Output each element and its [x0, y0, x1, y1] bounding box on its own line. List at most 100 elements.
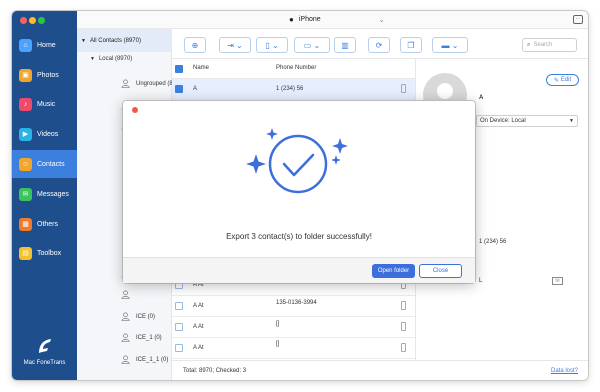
sidebar-item-label: Toolbox — [37, 249, 62, 257]
triangle-down-icon: ▼ — [90, 56, 95, 62]
table-row[interactable]: A At 135-0136-3994 — [172, 296, 415, 317]
import-icon: ⇥ ⌄ — [227, 40, 243, 50]
sidebar-item-music[interactable]: ♪ Music — [12, 90, 77, 118]
tree-item-all-contacts[interactable]: ▼ All Contacts (8970) — [77, 29, 172, 52]
tree-item-label: ICE (0) — [136, 313, 156, 320]
contact-name: A — [193, 86, 198, 92]
select-all-checkbox[interactable] — [175, 65, 183, 73]
refresh-button[interactable]: ⟳ — [368, 37, 390, 53]
location-select[interactable]: On Device: Local ▼ — [476, 115, 578, 127]
sidebar-item-videos[interactable]: ▶ Videos — [12, 120, 77, 148]
edit-label: Edit — [560, 77, 572, 83]
brand: Mac FoneTrans — [12, 337, 77, 366]
dialog-close-dot[interactable] — [132, 107, 138, 113]
briefcase-icon: ▬ ⌄ — [441, 40, 459, 50]
tree-item-local[interactable]: ▼ Local (8970) — [90, 56, 132, 62]
sidebar-item-toolbox[interactable]: ▤ Toolbox — [12, 239, 77, 267]
device-selector[interactable]: ● iPhone ⌄ — [289, 15, 385, 24]
mail-icon[interactable]: ✉ — [552, 277, 563, 285]
triangle-down-icon: ▼ — [569, 118, 574, 124]
computer-icon: ▭ ⌄ — [303, 40, 321, 50]
sparkle-icon — [246, 154, 266, 174]
sidebar: ⌂ Home ▣ Photos ♪ Music ▶ Videos ☺ Conta… — [12, 11, 77, 380]
row-checkbox[interactable] — [175, 302, 183, 310]
contact-phone: [] — [276, 321, 280, 327]
data-lost-link[interactable]: Data lost? — [551, 368, 578, 374]
sidebar-item-label: Home — [37, 41, 56, 49]
pencil-icon: ✎ — [553, 77, 559, 84]
group-icon — [121, 312, 130, 321]
tree-item-group[interactable] — [121, 290, 136, 299]
title-bar: ● iPhone ⌄ ··· — [77, 11, 588, 29]
zoom-window-button[interactable] — [38, 17, 45, 24]
contact-phone: 135-0136-3994 — [276, 300, 317, 306]
contact-list-header: Name Phone Number — [172, 59, 415, 79]
duplicate-button[interactable]: ❐ — [400, 37, 422, 53]
close-button[interactable]: Close — [419, 264, 462, 278]
sidebar-item-photos[interactable]: ▣ Photos — [12, 61, 77, 89]
export-success-dialog: Export 3 contact(s) to folder successful… — [123, 101, 475, 283]
sidebar-item-label: Contacts — [37, 160, 65, 168]
column-header-phone[interactable]: Phone Number — [276, 65, 316, 71]
dialog-footer: Open folder Close — [123, 257, 475, 283]
delete-button[interactable]: ▥ — [334, 37, 356, 53]
search-input[interactable]: ⌕ Search — [522, 38, 577, 52]
tree-item-ungrouped[interactable]: Ungrouped (8... — [121, 79, 178, 88]
search-icon: ⌕ — [527, 41, 531, 48]
device-icon: ▯ ⌄ — [265, 40, 279, 50]
table-row[interactable]: A At [] — [172, 317, 415, 338]
contact-phone: [] — [276, 341, 280, 347]
import-button[interactable]: ⇥ ⌄ — [219, 37, 251, 53]
fonetrans-logo-icon — [38, 339, 51, 353]
trash-icon: ▥ — [341, 40, 349, 50]
phone-icon — [401, 84, 406, 93]
tree-item-label: ICE_1_1 (0) — [136, 356, 169, 363]
videos-icon: ▶ — [19, 127, 32, 141]
success-check-icon — [246, 128, 348, 194]
group-icon — [121, 333, 130, 342]
status-bar: Total: 8970; Checked: 3 Data lost? — [172, 360, 588, 380]
row-checkbox[interactable] — [175, 344, 183, 352]
column-header-name[interactable]: Name — [193, 65, 209, 71]
location-value: On Device: Local — [480, 118, 526, 124]
sidebar-item-messages[interactable]: ✉ Messages — [12, 180, 77, 208]
row-checkbox[interactable] — [175, 85, 183, 93]
chevron-down-icon: ⌄ — [378, 16, 385, 24]
tree-item-ice[interactable]: ICE (0) — [121, 312, 155, 321]
triangle-down-icon: ▼ — [81, 37, 86, 44]
export-to-pc-button[interactable]: ▭ ⌄ — [294, 37, 330, 53]
contact-name: A At — [193, 345, 204, 351]
sidebar-item-label: Others — [37, 220, 59, 228]
open-folder-button[interactable]: Open folder — [372, 264, 415, 278]
table-row[interactable]: A 1 (234) 56 — [172, 79, 415, 100]
device-name: iPhone — [298, 16, 321, 23]
edit-button[interactable]: ✎ Edit — [546, 74, 579, 86]
chat-icon[interactable]: ··· — [573, 15, 583, 24]
sidebar-item-contacts[interactable]: ☺ Contacts — [12, 150, 77, 178]
search-placeholder: Search — [533, 42, 553, 48]
toolbar: ⊕ ⇥ ⌄ ▯ ⌄ ▭ ⌄ ▥ ⟳ ❐ ▬ ⌄ ⌕ Search — [172, 29, 588, 59]
sidebar-item-label: Photos — [37, 71, 59, 79]
contact-detail-phone: 1 (234) 56 — [479, 239, 507, 245]
sparkle-icon — [266, 128, 278, 140]
group-icon — [121, 355, 130, 364]
status-summary: Total: 8970; Checked: 3 — [183, 368, 247, 374]
add-contact-button[interactable]: ⊕ — [184, 37, 206, 53]
phone-icon — [401, 301, 406, 310]
group-icon — [121, 79, 130, 88]
brand-name: Mac FoneTrans — [23, 360, 66, 366]
close-window-button[interactable] — [20, 17, 27, 24]
tree-item-ice-1-1[interactable]: ICE_1_1 (0) — [121, 355, 168, 364]
sidebar-item-home[interactable]: ⌂ Home — [12, 31, 77, 59]
sidebar-item-others[interactable]: ▦ Others — [12, 210, 77, 238]
row-checkbox[interactable] — [175, 323, 183, 331]
sparkle-icon — [332, 138, 348, 154]
plus-circle-icon: ⊕ — [191, 40, 199, 50]
tree-item-ice-1[interactable]: ICE_1 (0) — [121, 333, 162, 342]
toolbox-button[interactable]: ▬ ⌄ — [432, 37, 468, 53]
sparkle-icon — [331, 155, 341, 165]
table-row[interactable]: A At [] — [172, 338, 415, 359]
minimize-window-button[interactable] — [29, 17, 36, 24]
export-to-device-button[interactable]: ▯ ⌄ — [256, 37, 288, 53]
sidebar-item-label: Messages — [37, 190, 69, 198]
